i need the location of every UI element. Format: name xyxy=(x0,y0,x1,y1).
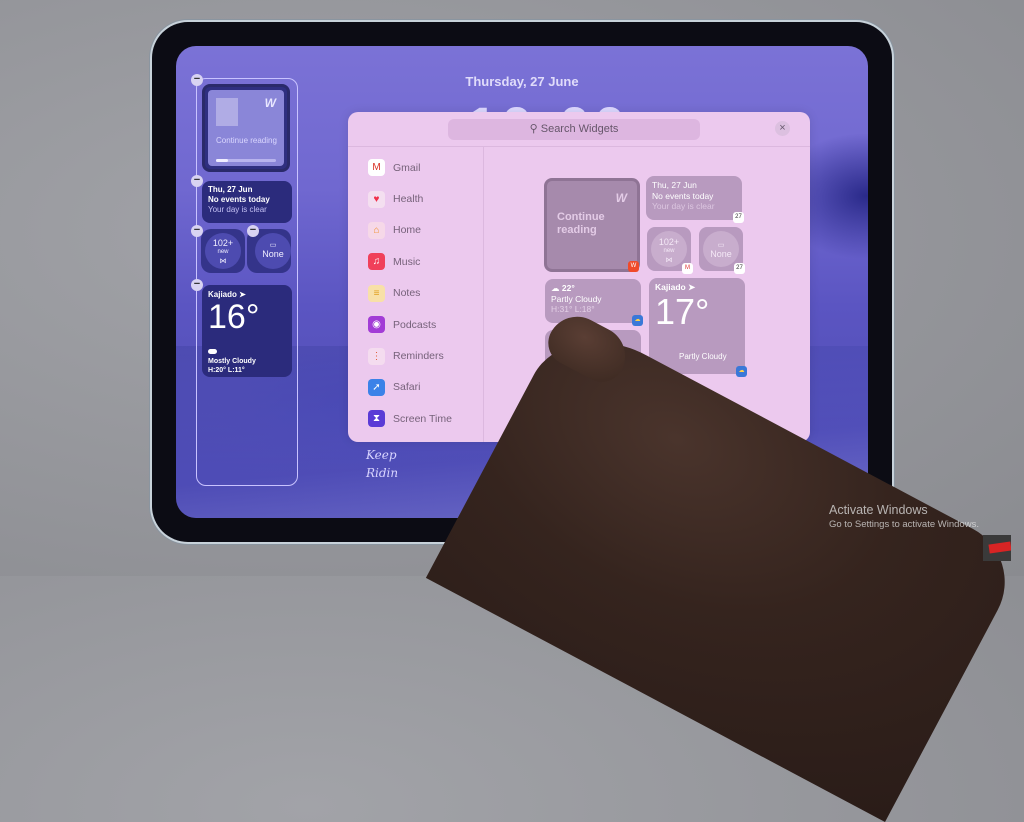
weather-condition: Mostly Cloudy xyxy=(208,357,256,366)
wallpaper-signature: Keep Ridin xyxy=(366,446,398,482)
close-icon[interactable]: × xyxy=(775,121,790,136)
book-cover-thumbnail xyxy=(216,98,238,126)
preview-weather-temp: ☁ 22° xyxy=(551,283,635,294)
app-list-item-label: Health xyxy=(393,193,423,205)
remove-reading-widget-button[interactable]: − xyxy=(191,74,203,86)
weather-small-widget-preview[interactable]: ☁ 22° Partly Cloudy H:31° L:18° ☁ xyxy=(545,279,641,323)
gmail-count: 102+ xyxy=(205,239,241,248)
home-icon: ⌂ xyxy=(368,222,385,239)
reminders-icon: ⋮ xyxy=(368,348,385,365)
gmail-widget-preview[interactable]: 102+ new ⋈ M xyxy=(647,227,691,271)
notes-icon: ≡ xyxy=(368,285,385,302)
gmail-label: new xyxy=(205,248,241,257)
cloud-icon xyxy=(208,349,217,354)
reading-widget[interactable]: W Continue reading xyxy=(202,84,290,172)
signature-line-1: Keep xyxy=(366,446,398,464)
remove-reminders-widget-button[interactable]: − xyxy=(247,225,259,237)
app-list-item[interactable]: ◉ Podcasts xyxy=(368,309,478,340)
calendar-widget[interactable]: Thu, 27 Jun No events today Your day is … xyxy=(202,181,292,223)
app-list-item-label: Home xyxy=(393,224,421,236)
health-icon: ♥ xyxy=(368,191,385,208)
watermark-subtitle: Go to Settings to activate Windows. xyxy=(829,519,979,530)
lock-widget-column[interactable]: W Continue reading − Thu, 27 Jun No even… xyxy=(196,78,298,486)
remove-calendar-widget-button[interactable]: − xyxy=(191,175,203,187)
search-icon: ⚲ xyxy=(530,123,538,135)
app-list-item-label: Podcasts xyxy=(393,319,436,331)
channel-logo-icon xyxy=(983,535,1011,561)
preview-calendar-date: Thu, 27 Jun xyxy=(652,180,736,191)
weather-widget[interactable]: Kajiado ➤ 16° Mostly Cloudy H:20° L:11° xyxy=(202,285,292,377)
calendar-date: Thu, 27 Jun xyxy=(208,185,286,195)
calendar-widget-preview[interactable]: Thu, 27 Jun No events today Your day is … xyxy=(646,176,742,220)
preview-weather-large-condition: Partly Cloudy xyxy=(679,352,727,361)
calendar-app-badge-icon: 27 xyxy=(734,263,745,274)
music-icon: ♫ xyxy=(368,253,385,270)
search-widgets-input[interactable]: ⚲ Search Widgets xyxy=(448,119,700,140)
watermark-title: Activate Windows xyxy=(829,503,979,517)
preview-gmail-count: 102+ xyxy=(651,238,687,247)
app-list-item[interactable]: ♥ Health xyxy=(368,183,478,214)
calendar-status: Your day is clear xyxy=(208,205,286,215)
safari-icon: ➚ xyxy=(368,379,385,396)
reading-widget-preview[interactable]: W Continue reading W xyxy=(544,178,640,272)
search-placeholder: Search Widgets xyxy=(541,123,619,135)
weather-hilo: H:20° L:11° xyxy=(208,366,256,375)
preview-weather-condition: Partly Cloudy xyxy=(551,294,635,305)
gmail-icon: ⋈ xyxy=(205,257,241,266)
reminders-widget-preview[interactable]: ▭ None 27 xyxy=(699,227,743,271)
preview-reminders-label: None xyxy=(703,250,739,259)
app-list-item-label: Safari xyxy=(393,381,420,393)
app-list-item[interactable]: M Gmail xyxy=(368,152,478,183)
calendar-app-badge-icon: 27 xyxy=(733,212,744,223)
app-list-item-label: Screen Time xyxy=(393,413,452,425)
header-divider xyxy=(348,146,810,147)
app-list-item[interactable]: ⌂ Home xyxy=(368,215,478,246)
app-list-item[interactable]: ♫ Music xyxy=(368,246,478,277)
screen-time-icon: ⧗ xyxy=(368,410,385,427)
preview-weather-large-temp: 17° xyxy=(655,293,739,331)
partly-cloudy-icon: ☁ xyxy=(551,283,560,293)
weather-large-widget-preview[interactable]: Kajiado ➤ 17° Partly Cloudy ☁ xyxy=(649,278,745,374)
podcasts-icon: ◉ xyxy=(368,316,385,333)
app-list-item-label: Music xyxy=(393,256,420,268)
weather-details: Mostly Cloudy H:20° L:11° xyxy=(208,357,256,375)
weather-app-badge-icon: ☁ xyxy=(736,366,747,377)
calendar-events: No events today xyxy=(208,195,286,205)
remove-weather-widget-button[interactable]: − xyxy=(191,279,203,291)
preview-weather-hilo: H:31° L:18° xyxy=(551,304,635,315)
reminders-widget[interactable]: ▭ None xyxy=(255,233,291,269)
reading-app-logo-icon: W xyxy=(265,96,276,110)
gmail-app-badge-icon: M xyxy=(682,263,693,274)
app-list-item-label: Gmail xyxy=(393,162,420,174)
widget-app-list: M Gmail ♥ Health ⌂ Home ♫ Music ≡ Notes ◉ Podcasts ⋮… xyxy=(368,152,478,442)
app-list-item[interactable]: ≡ Notes xyxy=(368,278,478,309)
preview-gmail-label: new xyxy=(651,247,687,256)
weather-temperature: 16° xyxy=(208,299,286,335)
weather-app-badge-icon: ☁ xyxy=(632,315,643,326)
reading-progress-bar xyxy=(216,159,276,162)
app-list-item[interactable]: ⧗ Screen Time xyxy=(368,403,478,434)
app-list-item[interactable]: ⋮ Reminders xyxy=(368,340,478,371)
signature-line-2: Ridin xyxy=(366,464,398,482)
remove-gmail-widget-button[interactable]: − xyxy=(191,225,203,237)
preview-calendar-status: Your day is clear xyxy=(652,201,736,212)
activate-windows-watermark: Activate Windows Go to Settings to activ… xyxy=(829,503,979,530)
app-list-item-label: Notes xyxy=(393,287,420,299)
reading-preview-title: Continue reading xyxy=(557,211,605,237)
preview-calendar-events: No events today xyxy=(652,191,736,202)
reminders-label: None xyxy=(255,250,291,259)
app-list-item[interactable]: ◆Shortcuts xyxy=(368,435,478,442)
gmail-icon: M xyxy=(368,159,385,176)
sidebar-divider xyxy=(483,147,484,442)
reading-widget-title: Continue reading xyxy=(216,136,277,145)
app-list-item-label: Reminders xyxy=(393,350,444,362)
reading-app-badge-icon: W xyxy=(628,261,639,272)
reading-app-logo-icon: W xyxy=(616,191,627,205)
app-list-item[interactable]: ➚ Safari xyxy=(368,372,478,403)
gmail-widget[interactable]: 102+ new ⋈ xyxy=(205,233,241,269)
